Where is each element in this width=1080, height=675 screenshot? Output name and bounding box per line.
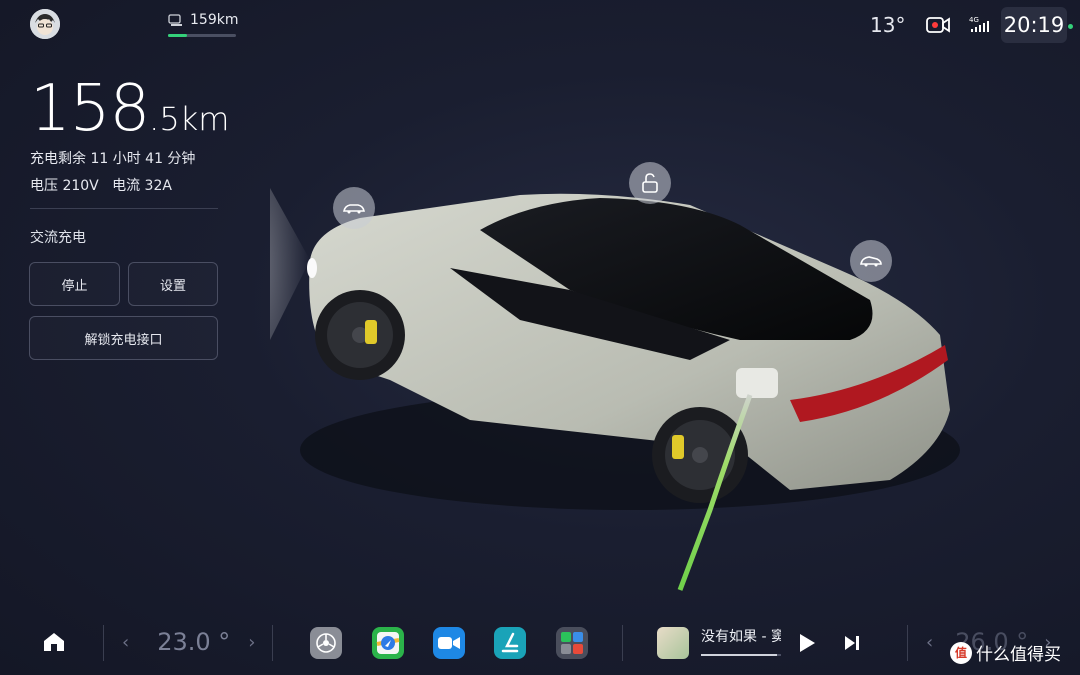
unlock-icon bbox=[642, 173, 658, 193]
dock-separator bbox=[103, 625, 104, 661]
seat-icon bbox=[501, 632, 519, 653]
door-lock-button[interactable] bbox=[629, 162, 671, 204]
watermark-logo-icon: 值 bbox=[950, 641, 972, 664]
range-short-text: 159km bbox=[190, 12, 239, 28]
stop-charging-button[interactable]: 停止 bbox=[29, 262, 120, 306]
remaining-range: 158.5km bbox=[30, 72, 229, 146]
next-track-icon bbox=[845, 636, 859, 650]
navigation-icon bbox=[376, 632, 400, 654]
charge-time-remaining: 充电剩余 11 小时 41 分钟 bbox=[30, 151, 196, 167]
voltage-current: 电压 210V 电流 32A bbox=[30, 178, 172, 194]
play-button[interactable] bbox=[797, 632, 817, 658]
temp-decrease-icon[interactable]: ‹ bbox=[926, 632, 933, 653]
watermark-text: 什么值得买 bbox=[976, 645, 1061, 665]
outside-temperature: 13° bbox=[870, 13, 906, 37]
clock[interactable]: 20:19 bbox=[1001, 7, 1067, 43]
car-illustration bbox=[270, 188, 960, 591]
album-art[interactable] bbox=[657, 627, 689, 659]
navigation-app[interactable] bbox=[372, 627, 404, 659]
car-front-icon bbox=[343, 204, 365, 214]
watermark: 值 什么值得买 bbox=[950, 640, 1061, 665]
range-indicator: 159km bbox=[168, 12, 238, 28]
settings-app[interactable] bbox=[310, 627, 342, 659]
video-call-app[interactable] bbox=[433, 627, 465, 659]
seat-control-app[interactable] bbox=[494, 627, 526, 659]
video-call-icon bbox=[438, 637, 460, 649]
user-avatar[interactable] bbox=[30, 9, 60, 39]
next-track-button[interactable] bbox=[843, 634, 861, 656]
car-rear-icon bbox=[860, 256, 882, 267]
driver-temp-control[interactable]: ‹ 23.0 ° › bbox=[122, 628, 255, 656]
charging-settings-button[interactable]: 设置 bbox=[128, 262, 218, 306]
temp-decrease-icon[interactable]: ‹ bbox=[122, 632, 129, 653]
front-trunk-button[interactable] bbox=[333, 187, 375, 229]
home-button[interactable] bbox=[42, 631, 66, 657]
settings-icon bbox=[316, 633, 336, 653]
range-integer: 158 bbox=[30, 72, 150, 146]
unlock-charge-port-button[interactable]: 解锁充电接口 bbox=[29, 316, 218, 360]
driver-temp-value: 23.0 ° bbox=[157, 628, 231, 656]
song-progress-bar[interactable] bbox=[701, 654, 781, 656]
dock-separator bbox=[907, 625, 908, 661]
song-title[interactable]: 没有如果 - 窦 bbox=[701, 626, 781, 646]
app-folder-icon bbox=[561, 632, 583, 654]
car-range-icon bbox=[168, 14, 182, 26]
temp-increase-icon[interactable]: › bbox=[248, 632, 255, 653]
dock-separator bbox=[272, 625, 273, 661]
dock-separator bbox=[622, 625, 623, 661]
cellular-signal-icon: 4G bbox=[968, 15, 992, 39]
divider bbox=[30, 208, 218, 209]
charging-mode-label: 交流充电 bbox=[30, 230, 86, 246]
status-dot bbox=[1068, 24, 1073, 29]
svg-text:4G: 4G bbox=[969, 16, 979, 24]
app-folder[interactable] bbox=[556, 627, 588, 659]
range-decimal: .5km bbox=[149, 100, 230, 138]
rear-trunk-button[interactable] bbox=[850, 240, 892, 282]
range-progress-bar bbox=[168, 34, 236, 37]
play-icon bbox=[800, 634, 815, 652]
home-icon bbox=[44, 633, 64, 651]
dashcam-recording-icon[interactable] bbox=[926, 16, 950, 38]
